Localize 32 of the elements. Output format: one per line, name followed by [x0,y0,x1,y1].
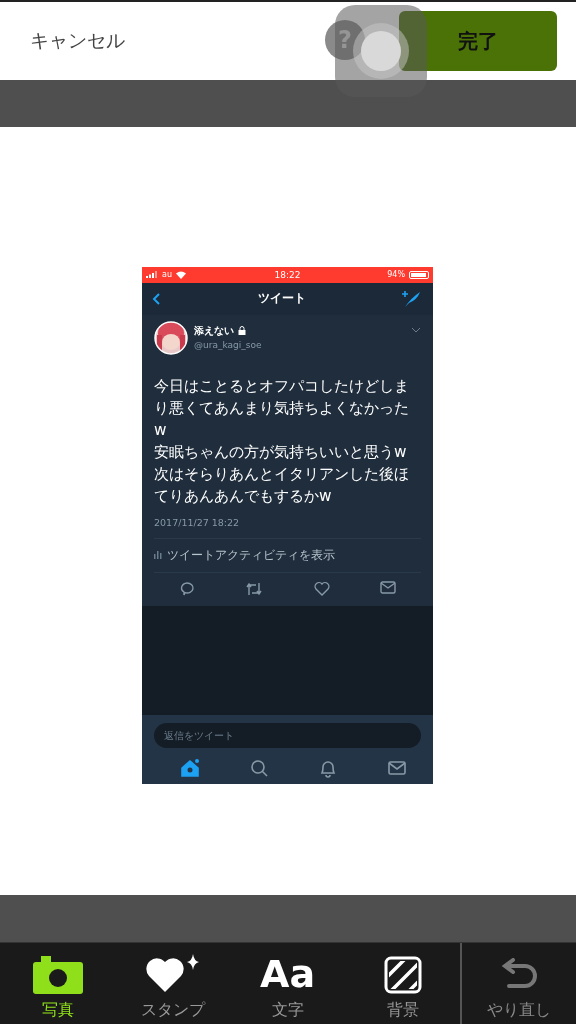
hatched-square-icon [383,956,422,994]
cancel-button[interactable]: キャンセル [28,24,127,58]
reply-field[interactable]: 返信をツイート [154,722,421,748]
camera-icon [32,956,83,994]
activity-link[interactable]: ツイートアクティビティを表示 [167,546,335,564]
home-tab[interactable] [180,757,200,778]
done-button[interactable]: 完了 [399,11,557,71]
tweet-timestamp: 2017/11/27 18:22 [154,516,421,539]
clock-label: 18:22 [274,269,301,280]
bar-chart-icon [154,551,162,559]
user-name: 添えない [194,323,234,338]
carrier-label: au [162,270,172,279]
back-icon[interactable] [152,291,162,306]
background-tool-button[interactable]: 背景 [345,943,460,1024]
stamp-tool-button[interactable]: スタンプ [115,943,230,1024]
chevron-down-icon[interactable] [411,326,421,333]
battery-icon [409,270,429,279]
battery-percent: 94% [387,270,405,279]
user-handle: @ura_kagi_soe [194,339,263,350]
nav-title: ツイート [257,290,306,307]
heart-icon[interactable] [313,580,330,596]
wifi-icon [176,270,186,279]
mail-icon[interactable] [379,580,396,594]
reply-icon[interactable] [179,580,196,597]
retweet-icon[interactable] [245,580,264,597]
search-tab[interactable] [249,757,269,778]
tweet-text: 今日はことるとオフパコしたけどしまり悪くてあんまり気持ちよくなかったw 安眠ちゃんの方が気持ちいいと思うw 次はそらりあんとイタリアンした後ほてりあんあんでもするかw [154,375,410,507]
compose-icon[interactable] [401,289,421,308]
text-glyph: Aa [259,954,316,994]
camera-tool-button[interactable]: 写真 [0,943,115,1024]
text-tool-button[interactable]: Aa 文字 [230,943,345,1024]
signal-icon [146,271,158,278]
